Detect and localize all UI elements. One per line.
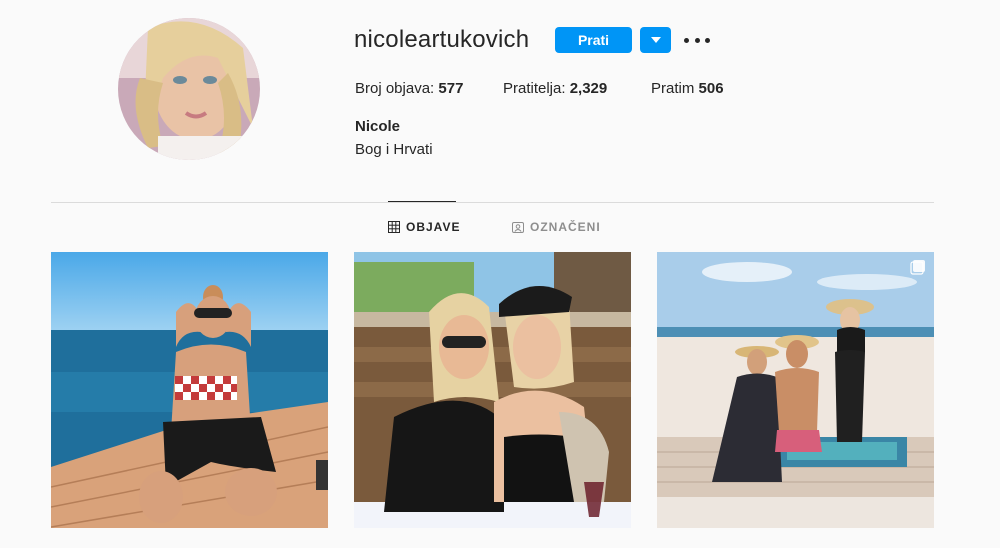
posts-label: Broj objava: <box>355 80 435 97</box>
multiple-photos-icon <box>910 260 925 275</box>
posts-count: Broj objava: 577 <box>355 80 463 97</box>
profile-avatar[interactable] <box>118 18 260 160</box>
follow-button[interactable]: Prati <box>555 27 632 53</box>
active-tab-indicator <box>388 201 456 202</box>
post-image <box>354 252 631 528</box>
dot-icon <box>694 37 700 43</box>
posts-value: 577 <box>438 80 464 97</box>
following-label: Pratim <box>651 80 695 97</box>
post-thumbnail[interactable] <box>354 252 631 528</box>
tabs-divider <box>51 202 934 203</box>
full-name: Nicole <box>355 118 401 135</box>
dot-icon <box>684 37 689 43</box>
username: nicoleartukovich <box>354 26 530 53</box>
dot-icon <box>705 37 710 43</box>
following-value: 506 <box>698 80 724 97</box>
tab-posts[interactable]: OBJAVE <box>388 220 460 234</box>
following-count[interactable]: Pratim 506 <box>651 80 724 97</box>
grid-icon <box>388 221 400 233</box>
post-thumbnail[interactable] <box>657 252 934 528</box>
chevron-down-icon <box>650 37 661 43</box>
more-options-button[interactable] <box>684 30 710 50</box>
followers-label: Pratitelja: <box>503 80 566 97</box>
followers-count[interactable]: Pratitelja: 2,329 <box>503 80 607 97</box>
tag-icon <box>512 222 524 233</box>
tab-posts-label: OBJAVE <box>406 220 461 234</box>
bio-text: Bog i Hrvati <box>355 141 433 158</box>
tab-tagged-label: OZNAČENI <box>530 220 601 234</box>
followers-value: 2,329 <box>569 80 608 97</box>
tab-tagged[interactable]: OZNAČENI <box>512 220 601 234</box>
post-image <box>657 252 934 528</box>
suggested-accounts-button[interactable] <box>640 27 671 53</box>
post-image <box>51 252 328 528</box>
post-thumbnail[interactable] <box>51 252 328 528</box>
